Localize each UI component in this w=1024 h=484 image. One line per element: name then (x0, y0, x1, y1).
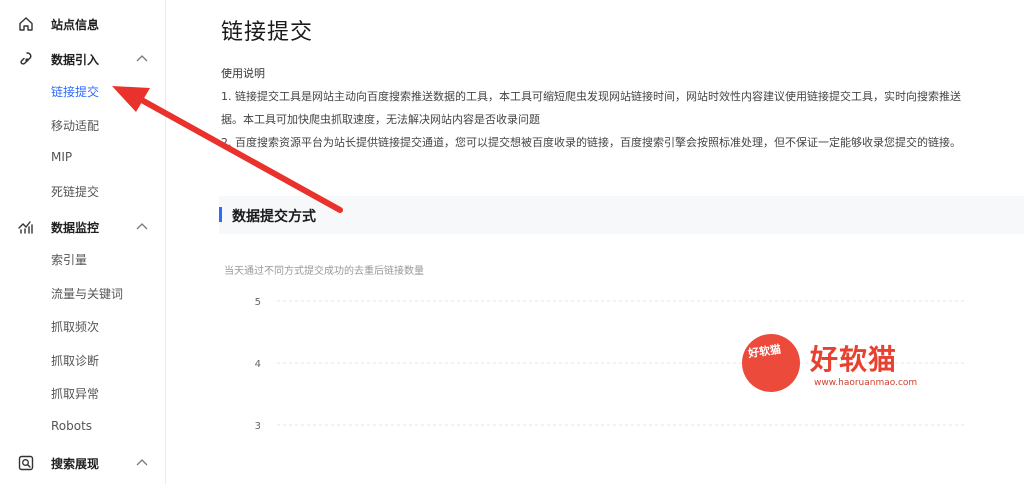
usage-title: 使用说明 (221, 67, 265, 80)
sidebar-item-crawl-error[interactable]: 抓取异常 (0, 378, 166, 408)
y-tick-label: 4 (255, 359, 261, 370)
sidebar-item-mip[interactable]: MIP (0, 143, 166, 173)
usage-line-2: 据。本工具可加快爬虫抓取速度，无法解决网站内容是否收录问题 (221, 113, 540, 126)
sidebar-item-crawl-diagnosis[interactable]: 抓取诊断 (0, 345, 166, 375)
data-import-icon (20, 52, 32, 65)
watermark-badge: 好软猫 (742, 334, 800, 392)
section-accent-bar (219, 207, 222, 222)
chevron-up-icon[interactable] (136, 222, 148, 230)
sidebar-item-label: 链接提交 (51, 85, 100, 99)
section-header: 数据提交方式 (219, 196, 1024, 234)
sidebar-item-link-submit[interactable]: 链接提交 (0, 76, 166, 106)
sidebar-group-label: 搜索展现 (51, 456, 100, 471)
sidebar-group-label: 站点信息 (51, 17, 100, 32)
sidebar-item-robots[interactable]: Robots (0, 412, 166, 442)
watermark-logo: 好软猫 好软猫 www.haoruanmao.com (742, 334, 942, 394)
sidebar-group-label: 数据引入 (51, 52, 100, 67)
sidebar-item-traffic-keywords[interactable]: 流量与关键词 (0, 278, 166, 308)
chevron-up-icon[interactable] (136, 458, 148, 466)
watermark-url: www.haoruanmao.com (814, 378, 918, 388)
chevron-up-icon[interactable] (136, 54, 148, 62)
sidebar-group-site-info[interactable]: 站点信息 (0, 7, 166, 41)
main-content: 链接提交 使用说明 1. 链接提交工具是网站主动向百度搜索推送数据的工具，本工具… (166, 0, 1024, 484)
sidebar-item-index-volume[interactable]: 索引量 (0, 244, 166, 274)
sidebar-item-label: 抓取频次 (51, 320, 100, 334)
sidebar-item-crawl-frequency[interactable]: 抓取频次 (0, 311, 166, 341)
chart-caption: 当天通过不同方式提交成功的去重后链接数量 (224, 266, 424, 277)
usage-line-1: 1. 链接提交工具是网站主动向百度搜索推送数据的工具，本工具可缩短爬虫发现网站链… (221, 90, 961, 103)
watermark-brand: 好软猫 (810, 343, 898, 376)
page-title: 链接提交 (221, 20, 314, 45)
sidebar-group-data-import[interactable]: 数据引入 (0, 42, 166, 76)
sidebar-item-label: 抓取异常 (51, 387, 100, 401)
sidebar-group-data-monitor[interactable]: 数据监控 (0, 210, 166, 244)
usage-line-3: 2. 百度搜索资源平台为站长提供链接提交通道，您可以提交想被百度收录的链接，百度… (221, 136, 961, 149)
sidebar-item-label: 移动适配 (51, 119, 100, 133)
sidebar-item-dead-link-submit[interactable]: 死链提交 (0, 176, 166, 206)
sidebar-group-label: 数据监控 (51, 220, 100, 235)
sidebar-group-search-display[interactable]: 搜索展现 (0, 446, 166, 480)
sidebar-item-label: MIP (51, 150, 73, 164)
search-display-icon (18, 455, 34, 471)
y-tick-label: 3 (255, 421, 261, 432)
sidebar: 站点信息 数据引入 链接提交 移动适配 MIP 死链提交 数据监控 索引量 流量… (0, 0, 166, 484)
sidebar-item-label: Robots (51, 419, 93, 433)
sidebar-item-label: 索引量 (51, 253, 88, 267)
sidebar-item-label: 流量与关键词 (51, 287, 124, 301)
watermark-badge-text: 好软猫 (747, 342, 782, 361)
section-title: 数据提交方式 (232, 209, 316, 225)
sidebar-item-mobile-adapt[interactable]: 移动适配 (0, 110, 166, 140)
sidebar-item-label: 死链提交 (51, 185, 100, 199)
sidebar-item-label: 抓取诊断 (51, 354, 100, 368)
monitor-chart-icon (18, 221, 33, 234)
y-tick-label: 5 (255, 297, 261, 308)
home-icon (19, 17, 33, 31)
